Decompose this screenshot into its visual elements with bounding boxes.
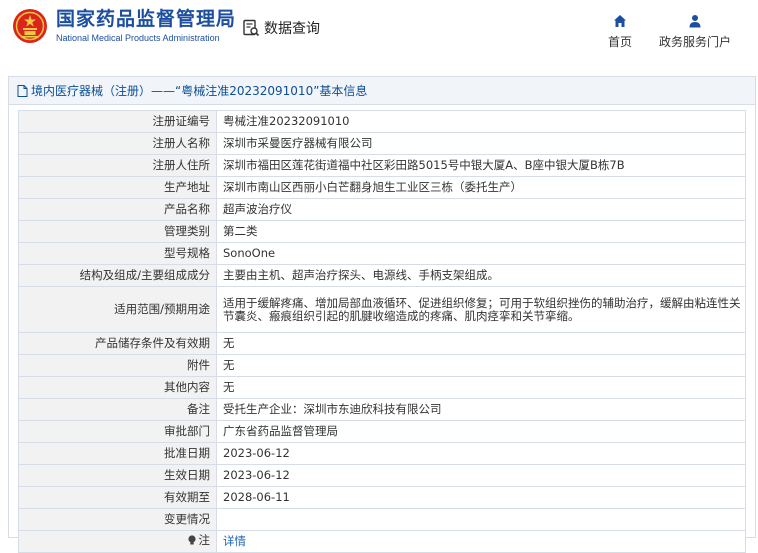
logo-title-cn: 国家药品监督管理局: [56, 8, 237, 30]
panel-title-bar: 境内医疗器械（注册）——“粤械注准20232091010”基本信息: [9, 77, 755, 105]
field-label: 产品储存条件及有效期: [18, 332, 217, 355]
field-value: 深圳市南山区西丽小白芒翻身旭生工业区三栋（委托生产）: [216, 176, 746, 199]
site-logo[interactable]: 国家药品监督管理局 National Medical Products Admi…: [12, 8, 236, 44]
field-label: 生产地址: [18, 176, 217, 199]
table-row: 生产地址 深圳市南山区西丽小白芒翻身旭生工业区三栋（委托生产）: [18, 176, 746, 199]
field-label: 变更情况: [18, 508, 217, 531]
info-panel: 境内医疗器械（注册）——“粤械注准20232091010”基本信息 注册证编号粤…: [8, 76, 756, 553]
field-value: 无: [216, 376, 746, 399]
field-label: 注册人住所: [18, 154, 217, 177]
table-row: 其他内容无: [18, 376, 746, 399]
table-row: 结构及组成/主要组成成分 主要由主机、超声治疗探头、电源线、手柄支架组成。: [18, 264, 746, 287]
field-value: 第二类: [216, 220, 746, 243]
nav-home-label: 首页: [607, 35, 632, 49]
logo-title-en: National Medical Products Administration: [56, 33, 220, 43]
field-value: 无: [216, 354, 746, 377]
table-row: 适用范围/预期用途 适用于缓解疼痛、增加局部血液循环、促进组织修复；可用于软组织挫…: [18, 286, 746, 333]
field-label: 审批部门: [18, 420, 217, 443]
table-row: 产品名称 超声波治疗仪: [18, 198, 746, 221]
detail-link[interactable]: 详情: [223, 534, 246, 548]
field-label: 型号规格: [18, 242, 217, 265]
field-label: 注册人名称: [18, 132, 217, 155]
field-label: 其他内容: [18, 376, 217, 399]
field-label: 产品名称: [18, 198, 217, 221]
field-value: 主要由主机、超声治疗探头、电源线、手柄支架组成。: [216, 264, 746, 287]
nav-gov-portal-label: 政务服务门户: [658, 35, 731, 49]
lightbulb-icon: [187, 535, 196, 545]
field-value: 受托生产企业：深圳市东迪欣科技有限公司: [216, 398, 746, 421]
field-label: 批准日期: [18, 442, 217, 465]
field-label: 生效日期: [18, 464, 217, 487]
field-value: 2023-06-12: [216, 464, 746, 487]
document-icon: [17, 84, 28, 97]
field-label: 有效期至: [18, 486, 217, 509]
device-info-table: 注册证编号 粤械注准20232091010 注册人名称 深圳市采曼医疗器械有限公司 注册…: [18, 110, 746, 553]
user-icon: [689, 15, 701, 28]
field-label: 备注: [18, 398, 217, 421]
national-emblem-icon: [13, 9, 47, 43]
site-header: 国家药品监督管理局 National Medical Products Admi…: [0, 0, 758, 64]
table-row: 型号规格 SonoOne: [18, 242, 746, 265]
table-row: 批准日期 2023-06-12: [18, 442, 746, 465]
field-value: 粤械注准20232091010: [216, 110, 746, 133]
field-value: 广东省药品监督管理局: [216, 420, 746, 443]
nav-home[interactable]: 首页: [602, 14, 638, 50]
table-row: 有效期至 2028-06-11: [18, 486, 746, 509]
field-label: 管理类别: [18, 220, 217, 243]
field-value: 无: [216, 332, 746, 355]
table-row: 生效日期 2023-06-12: [18, 464, 746, 487]
field-value: 深圳市福田区莲花街道福中社区彩田路5015号中银大厦A、B座中银大厦B栋7B: [216, 154, 746, 177]
panel-title: 境内医疗器械（注册）——“粤械注准20232091010”基本信息: [31, 84, 368, 98]
table-row: 附件无: [18, 354, 746, 377]
table-row: 产品储存条件及有效期无: [18, 332, 746, 355]
table-row: 变更情况: [18, 508, 746, 531]
search-document-icon: [243, 19, 260, 37]
field-label: 结构及组成/主要组成成分: [18, 264, 217, 287]
field-value: 2028-06-11: [216, 486, 746, 509]
field-value: 2023-06-12: [216, 442, 746, 465]
data-query-link[interactable]: 数据查询: [242, 18, 320, 38]
field-value: 适用于缓解疼痛、增加局部血液循环、促进组织修复；可用于软组织挫伤的辅助治疗，缓解…: [216, 286, 746, 333]
field-label: 适用范围/预期用途: [18, 286, 217, 333]
field-value: 超声波治疗仪: [216, 198, 746, 221]
table-row: 注册证编号 粤械注准20232091010: [18, 110, 746, 133]
field-label: 注册证编号: [18, 110, 217, 133]
nav-gov-portal[interactable]: 政务服务门户: [654, 14, 736, 50]
field-value: [216, 508, 746, 531]
note-label: 注: [187, 534, 210, 547]
table-row: 注册人住所 深圳市福田区莲花街道福中社区彩田路5015号中银大厦A、B座中银大厦B…: [18, 154, 746, 177]
table-row: 备注 受托生产企业：深圳市东迪欣科技有限公司: [18, 398, 746, 421]
field-value: SonoOne: [216, 242, 746, 265]
home-icon: [614, 15, 626, 27]
data-query-label: 数据查询: [264, 21, 320, 37]
field-value: 深圳市采曼医疗器械有限公司: [216, 132, 746, 155]
table-row: 注册人名称 深圳市采曼医疗器械有限公司: [18, 132, 746, 155]
field-label: 附件: [18, 354, 217, 377]
table-row: 管理类别 第二类: [18, 220, 746, 243]
table-row: 审批部门 广东省药品监督管理局: [18, 420, 746, 443]
